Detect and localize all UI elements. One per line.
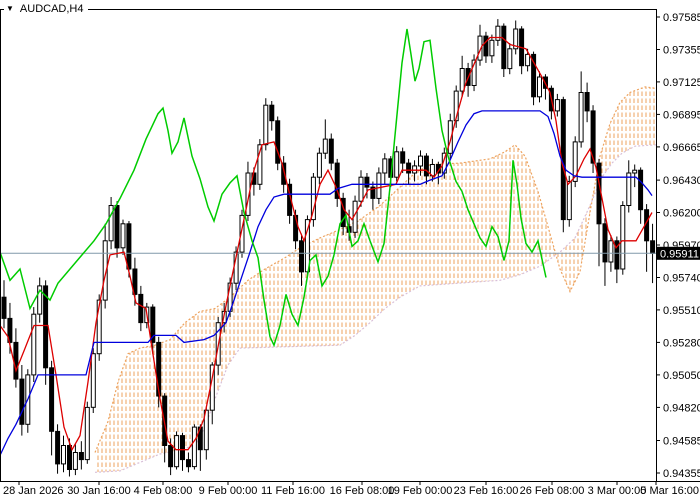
price-axis-label: 0.97585 [663,12,700,24]
price-axis-label: 0.97125 [663,77,700,89]
candle-body [269,104,275,122]
time-axis-label: 16 Feb 08:00 [330,485,395,497]
time-axis-label: 4 Feb 08:00 [134,485,193,497]
candle-body [1,296,7,319]
price-axis-label: 0.94585 [663,436,700,448]
candle-body [191,426,197,468]
candle-body [638,169,644,211]
candle-body [138,293,144,324]
price-axis-label: 0.97355 [663,45,700,57]
time-axis-label: 11 Feb 16:00 [261,485,325,497]
candle-body [507,48,513,70]
candle-body [72,452,78,470]
time-axis-label: 19 Feb 00:00 [388,485,453,497]
time-axis-label: 26 Feb 08:00 [520,485,585,497]
candle-body [495,25,501,41]
candle-body [31,313,37,376]
candle-body [168,445,174,468]
price-axis-label: 0.95740 [663,273,700,285]
candle-body [608,240,614,263]
candle-body [602,223,608,263]
candle-body [316,152,322,178]
candle-body [49,367,55,432]
chart-window: 0.97585 0.97355 0.97125 0.96895 0.96665 0.964… [0,0,700,500]
candle-body [620,205,626,270]
candle-body [483,35,489,57]
candle-body [501,25,507,70]
candle-body [174,435,180,468]
candle-body [632,169,638,174]
candle-body [328,138,334,164]
price-axis-label: 0.95280 [663,337,700,349]
candle-body [376,172,382,199]
candle-body [120,223,126,249]
candle-body [84,406,90,461]
candlestick-chart[interactable]: 0.97585 0.97355 0.97125 0.96895 0.96665 0.964… [0,0,700,500]
time-axis-label: 5 Mar 16:00 [640,485,699,497]
candle-body [55,430,61,465]
candle-body [394,151,400,178]
price-axis-label: 0.95510 [663,305,700,317]
candle-body [566,181,572,221]
candle-body [78,452,84,461]
candle-body [358,176,364,202]
time-axis-label: 30 Jan 16:00 [67,485,131,497]
price-axis-label: 0.94820 [663,402,700,414]
candle-body [400,151,406,164]
price-axis-label: 0.94355 [663,468,700,480]
candle-body [537,76,542,98]
symbol-label-text: AUDCAD,H4 [19,3,84,15]
candle-body [186,459,191,468]
candle-body [19,378,25,425]
symbol-label[interactable]: ▼ AUDCAD,H4 [4,2,88,16]
price-axis-label: 0.96665 [663,142,700,154]
current-price-label-text: 0.95911 [660,248,699,260]
candle-body [90,353,96,408]
candle-body [322,138,328,154]
time-axis-label: 23 Feb 16:00 [454,485,519,497]
candle-body [525,53,531,67]
candle-body [364,176,370,188]
price-axis-label: 0.95050 [663,370,700,382]
current-price-label: 0.95911 [657,246,700,260]
price-axis[interactable]: 0.97585 0.97355 0.97125 0.96895 0.96665 0.964… [656,12,700,480]
time-axis-label: 3 Mar 00:00 [588,485,647,497]
candle-body [584,92,590,112]
candle-body [423,155,429,177]
price-axis-label: 0.96430 [663,175,700,187]
candle-body [180,435,185,461]
price-axis-label: 0.96200 [663,208,700,220]
candle-body [412,165,418,174]
candle-body [578,92,584,143]
candle-body [299,240,304,273]
price-axis-label: 0.96895 [663,109,700,121]
chart-dropdown-arrow-icon[interactable]: ▼ [6,5,14,13]
candle-body [406,162,412,174]
time-axis[interactable]: 28 Jan 2026 30 Jan 16:00 4 Feb 08:00 9 Feb … [3,482,699,497]
candle-body [626,172,632,206]
candle-body [67,445,72,470]
candle-body [61,445,66,465]
candle-body [418,155,423,167]
candle-body [459,68,465,92]
candle-body [554,99,560,112]
time-axis-label: 28 Jan 2026 [3,485,64,497]
time-axis-label: 9 Feb 00:00 [199,485,258,497]
candle-body [126,223,132,270]
candle-body [263,104,269,146]
candle-body [650,240,656,254]
candle-body [114,205,120,249]
candle-body [382,158,388,174]
candle-body [13,341,19,380]
candle-body [489,39,495,57]
